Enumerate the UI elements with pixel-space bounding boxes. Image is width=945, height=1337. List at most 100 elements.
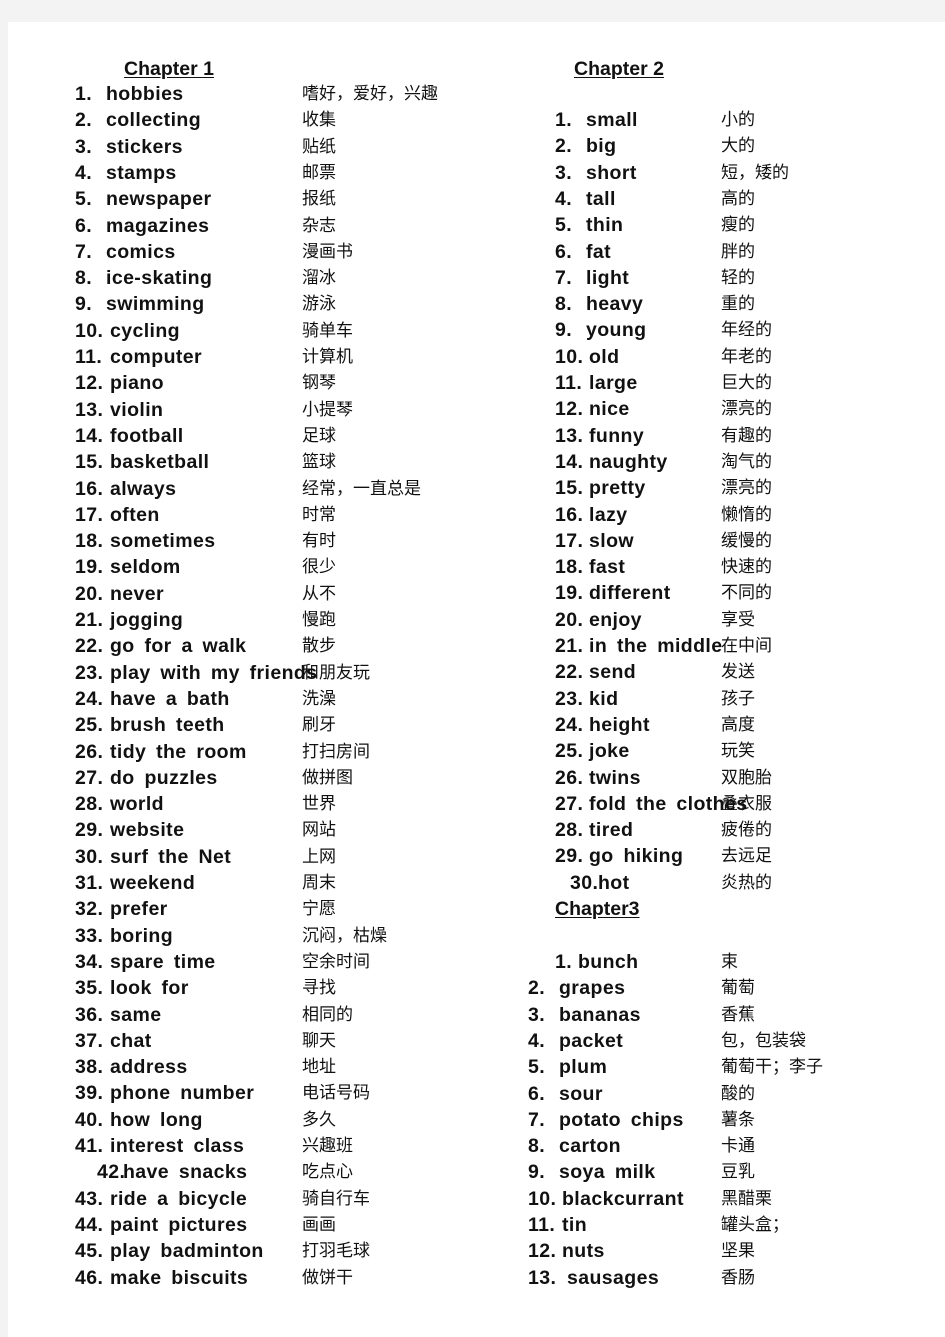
english-term: 21. in the middle xyxy=(555,633,722,659)
chinese-translation: 时常 xyxy=(302,504,336,525)
item-number: 10. xyxy=(528,1187,557,1210)
english-word: weekend xyxy=(110,872,196,894)
english-term: 16. lazy xyxy=(555,502,627,528)
english-term: 22. go for a walk xyxy=(75,633,246,659)
english-word: nice xyxy=(589,398,630,421)
chinese-translation: 黑醋栗 xyxy=(721,1188,772,1209)
english-term: 42.have snacks xyxy=(97,1159,247,1185)
english-term: 1. small xyxy=(555,107,638,133)
english-word: hobbies xyxy=(106,83,184,105)
english-word: jogging xyxy=(110,609,184,631)
chinese-translation: 懒惰的 xyxy=(721,504,772,525)
english-term: 5. plum xyxy=(528,1054,607,1080)
english-term: 41. interest class xyxy=(75,1133,244,1159)
english-word: young xyxy=(586,319,647,342)
item-number: 26. xyxy=(75,740,104,763)
english-word: fast xyxy=(589,556,626,579)
english-term: 12. nuts xyxy=(528,1238,605,1264)
english-word: naughty xyxy=(589,450,668,473)
chinese-translation: 经常，一直总是 xyxy=(302,478,421,499)
english-word: prefer xyxy=(110,898,168,921)
english-term: 39. phone number xyxy=(75,1080,254,1106)
item-number: 38. xyxy=(75,1056,104,1079)
item-number: 12. xyxy=(528,1240,557,1263)
english-word: bunch xyxy=(578,951,639,973)
chinese-translation: 去远足 xyxy=(721,846,772,867)
item-number: 2. xyxy=(555,135,573,158)
english-term: 29. go hiking xyxy=(555,843,683,869)
english-term: 6. sour xyxy=(528,1081,603,1107)
english-word: do puzzles xyxy=(110,766,218,789)
chinese-translation: 年老的 xyxy=(721,346,772,367)
chinese-translation: 香肠 xyxy=(721,1267,755,1288)
english-term: 13. funny xyxy=(555,423,644,449)
chinese-translation: 游泳 xyxy=(302,294,336,315)
english-word: plum xyxy=(559,1056,608,1079)
english-term: 19. seldom xyxy=(75,554,181,580)
chinese-translation: 有趣的 xyxy=(721,425,772,446)
chinese-translation: 收集 xyxy=(302,110,336,131)
english-term: 13. sausages xyxy=(528,1265,659,1291)
chapter-3-heading: Chapter3 xyxy=(555,898,640,920)
english-term: 12. piano xyxy=(75,370,164,396)
english-term: 45. play badminton xyxy=(75,1238,264,1264)
item-number: 15. xyxy=(75,451,104,474)
item-number: 13. xyxy=(528,1266,557,1289)
item-number: 23. xyxy=(75,661,104,684)
english-term: 14. football xyxy=(75,423,184,449)
english-word: always xyxy=(110,477,177,500)
english-term: 18. fast xyxy=(555,554,625,580)
item-number: 10. xyxy=(555,345,584,368)
item-number: 28. xyxy=(555,819,584,842)
english-word: make biscuits xyxy=(110,1266,249,1289)
chinese-translation: 世界 xyxy=(302,794,336,815)
item-number: 1. xyxy=(555,109,573,131)
item-number: 28. xyxy=(75,793,104,816)
english-word: grapes xyxy=(559,977,626,1000)
english-word: hot xyxy=(598,871,630,894)
item-number: 41. xyxy=(75,1135,104,1157)
item-number: 1. xyxy=(555,951,573,973)
english-word: large xyxy=(589,372,638,394)
english-word: fat xyxy=(586,240,612,263)
item-number: 7. xyxy=(528,1108,546,1131)
english-word: have snacks xyxy=(123,1161,248,1184)
english-word: tall xyxy=(586,187,616,210)
english-term: 6. fat xyxy=(555,239,611,265)
english-word: world xyxy=(110,793,164,816)
english-term: 20. never xyxy=(75,581,164,607)
english-word: heavy xyxy=(586,293,644,316)
item-number: 6. xyxy=(528,1082,546,1105)
item-number: 7. xyxy=(555,266,573,289)
item-number: 25. xyxy=(75,714,104,737)
item-number: 16. xyxy=(555,503,584,526)
english-word: paint pictures xyxy=(110,1213,248,1236)
item-number: 5. xyxy=(75,188,93,211)
english-word: send xyxy=(589,661,637,684)
english-term: 2. grapes xyxy=(528,975,625,1001)
english-term: 10. old xyxy=(555,344,619,370)
item-number: 8. xyxy=(75,267,93,290)
english-word: website xyxy=(110,819,185,842)
item-number: 20. xyxy=(75,582,104,605)
chinese-translation: 漂亮的 xyxy=(721,478,772,499)
english-word: spare time xyxy=(110,950,216,973)
item-number: 13. xyxy=(75,398,104,421)
english-word: old xyxy=(589,345,620,368)
item-number: 5. xyxy=(555,214,573,237)
english-word: sometimes xyxy=(110,530,216,553)
item-number: 33. xyxy=(75,924,104,947)
item-number: 2. xyxy=(75,109,93,132)
chinese-translation: 和朋友玩 xyxy=(302,662,370,683)
item-number: 34. xyxy=(75,950,104,973)
english-word: football xyxy=(110,424,184,447)
english-term: 3. short xyxy=(555,160,637,186)
english-word: same xyxy=(110,1003,162,1026)
chinese-translation: 罐头盒； xyxy=(721,1215,789,1235)
english-term: 33. boring xyxy=(75,923,173,949)
chinese-translation: 从不 xyxy=(302,583,336,604)
english-word: address xyxy=(110,1056,188,1079)
chinese-translation: 散步 xyxy=(302,636,336,657)
english-word: blackcurrant xyxy=(562,1187,684,1210)
english-term: 19. different xyxy=(555,580,671,606)
